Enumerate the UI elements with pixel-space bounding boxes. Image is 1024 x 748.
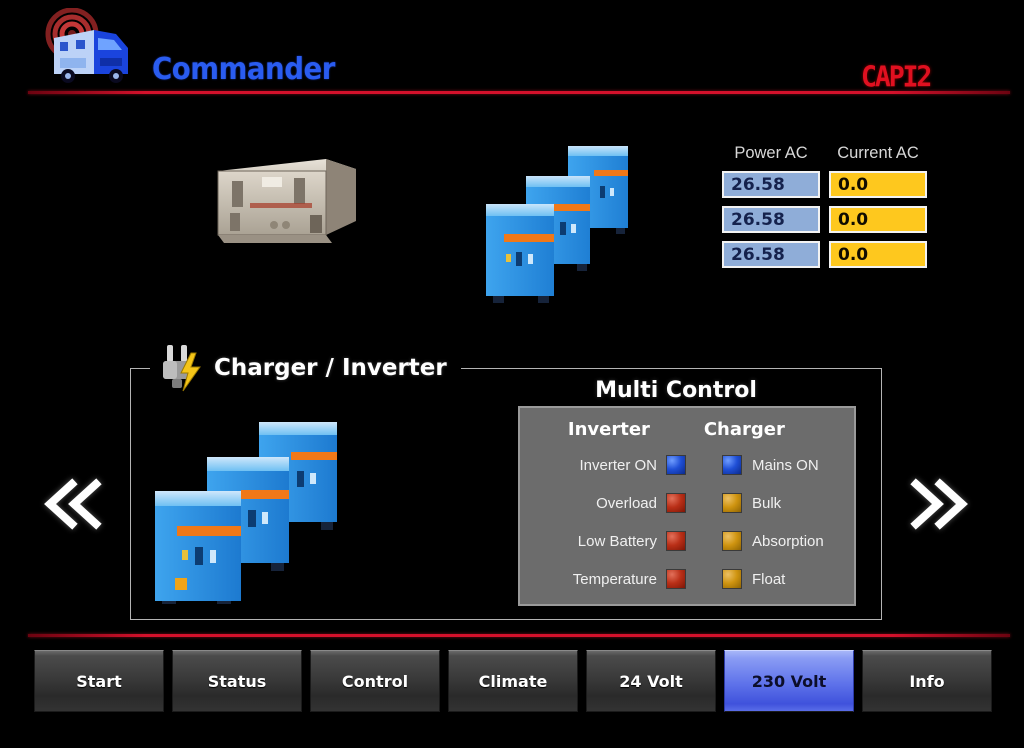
readout-row: 26.58 0.0 [722, 171, 932, 198]
inverter-stack-image [482, 138, 642, 303]
plug-lightning-icon [163, 345, 201, 392]
multi-control-row: Overload Bulk [520, 484, 854, 522]
power-ac-value-2: 26.58 [722, 206, 820, 233]
nav-button-status[interactable]: Status [172, 650, 302, 712]
commander-app-window: Commander CAPI2 Power AC Current AC 26.5… [0, 0, 1024, 748]
brand-logo: CAPI2 [860, 59, 932, 94]
multi-control-row: Low Battery Absorption [520, 522, 854, 560]
nav-button-control[interactable]: Control [310, 650, 440, 712]
readout-row: 26.58 0.0 [722, 241, 932, 268]
led-temperature [666, 569, 686, 589]
led-absorption [722, 531, 742, 551]
led-float [722, 569, 742, 589]
rv-truck-radio-waves-logo-icon [42, 8, 152, 86]
current-ac-value-3: 0.0 [829, 241, 927, 268]
bottom-navigation-bar: Start Status Control Climate 24 Volt 230… [34, 650, 992, 712]
generator-unit-image [210, 143, 360, 253]
readout-row: 26.58 0.0 [722, 206, 932, 233]
current-ac-value-1: 0.0 [829, 171, 927, 198]
led-inverter-on [666, 455, 686, 475]
inverter-column-header: Inverter [567, 419, 650, 440]
charger-status-label-bulk: Bulk [752, 494, 782, 512]
charger-inverter-legend-label: Charger / Inverter [214, 355, 447, 381]
page-title: Commander [152, 52, 335, 87]
multi-control-title: Multi Control [595, 378, 757, 403]
nav-button-24-volt[interactable]: 24 Volt [586, 650, 716, 712]
footer-divider [28, 634, 1010, 637]
led-overload [666, 493, 686, 513]
multi-control-row: Temperature Float [520, 560, 854, 598]
current-ac-header: Current AC [837, 144, 919, 162]
next-page-button[interactable] [902, 472, 972, 536]
power-ac-value-1: 26.58 [722, 171, 820, 198]
ac-readout-panel: Power AC Current AC 26.58 0.0 26.58 0.0 … [722, 144, 932, 276]
inverter-status-label-inverter-on: Inverter ON [579, 456, 657, 474]
charger-status-label-absorption: Absorption [752, 532, 824, 550]
nav-button-info[interactable]: Info [862, 650, 992, 712]
current-ac-value-2: 0.0 [829, 206, 927, 233]
multi-control-row: Inverter ON Mains ON [520, 446, 854, 484]
nav-button-climate[interactable]: Climate [448, 650, 578, 712]
readout-column-headers: Power AC Current AC [722, 144, 932, 163]
power-ac-value-3: 26.58 [722, 241, 820, 268]
header-divider [28, 91, 1010, 94]
charger-column-header: Charger [703, 419, 785, 440]
charger-inverter-legend: Charger / Inverter [150, 345, 461, 392]
app-header: Commander CAPI2 [0, 0, 1024, 95]
previous-page-button[interactable] [38, 472, 108, 536]
double-chevron-left-icon [44, 478, 102, 530]
multi-control-column-headers: Inverter Charger [520, 408, 854, 446]
nav-button-230-volt[interactable]: 230 Volt [724, 650, 854, 712]
nav-button-start[interactable]: Start [34, 650, 164, 712]
power-ac-header: Power AC [734, 144, 808, 162]
inverter-status-label-temperature: Temperature [572, 570, 657, 588]
multi-control-panel: Inverter Charger Inverter ON Mains ON Ov… [518, 406, 856, 606]
inverter-status-label-overload: Overload [596, 494, 657, 512]
led-mains-on [722, 455, 742, 475]
double-chevron-right-icon [910, 478, 968, 530]
inverter-status-label-low-battery: Low Battery [577, 532, 657, 550]
led-low-battery [666, 531, 686, 551]
charger-inverter-section: Multi Control Inverter Charger Inverter … [130, 368, 882, 620]
charger-status-label-mains-on: Mains ON [752, 456, 819, 474]
charger-status-label-float: Float [752, 570, 786, 588]
led-bulk [722, 493, 742, 513]
inverter-stack-image-large [151, 414, 356, 604]
